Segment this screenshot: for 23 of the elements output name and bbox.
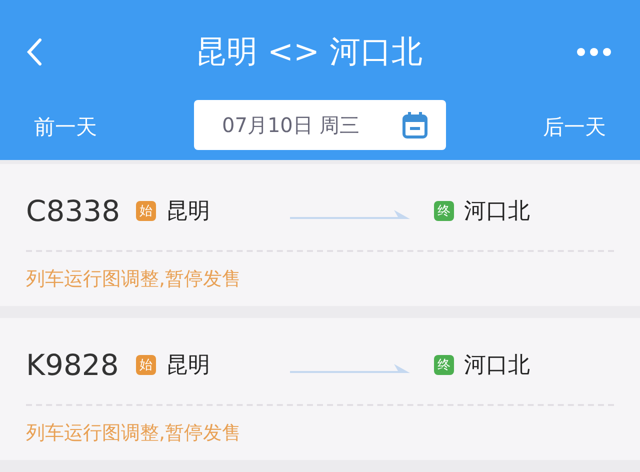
more-icon[interactable] (576, 47, 612, 57)
destination-station: 河口北 (464, 352, 530, 380)
origin-station: 昆明 (166, 198, 210, 226)
previous-day-button[interactable]: 前一天 (22, 113, 109, 141)
date-picker[interactable]: 07月10日 周三 (194, 100, 446, 150)
next-day-button[interactable]: 后一天 (531, 113, 618, 141)
destination-badge: 终 (434, 355, 454, 375)
origin-badge: 始 (136, 201, 156, 221)
calendar-icon (402, 111, 428, 139)
train-card[interactable]: C8338 始 昆明 终 河口北 列车运行图调整,暂停发售 (0, 164, 640, 306)
route-title: 昆明 <> 河口北 (196, 33, 422, 72)
arrow-icon (290, 362, 410, 376)
destination-badge: 终 (434, 201, 454, 221)
sale-notice: 列车运行图调整,暂停发售 (26, 267, 242, 292)
train-number: K9828 (26, 348, 120, 382)
destination-station: 河口北 (464, 198, 530, 226)
origin-station: 昆明 (166, 352, 210, 380)
sale-notice: 列车运行图调整,暂停发售 (26, 421, 242, 446)
back-icon[interactable] (26, 38, 42, 66)
origin-badge: 始 (136, 355, 156, 375)
train-number: C8338 (26, 194, 122, 228)
train-card[interactable]: K9828 始 昆明 终 河口北 列车运行图调整,暂停发售 (0, 318, 640, 460)
arrow-icon (290, 208, 410, 222)
